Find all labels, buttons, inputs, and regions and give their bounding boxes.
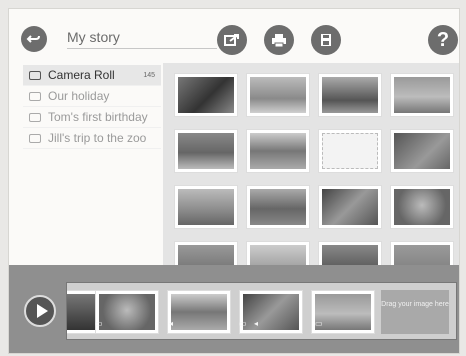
- photo-woman-sunglasses[interactable]: [390, 185, 454, 229]
- photo-child-partial[interactable]: [318, 241, 382, 265]
- photo-grid: [163, 63, 459, 265]
- album-item-our-holiday[interactable]: Our holiday: [23, 86, 161, 107]
- audio-icon: ◂: [169, 319, 174, 328]
- timeline-strip: Drag your image here: [66, 282, 457, 340]
- album-count: 145: [143, 71, 155, 79]
- photo-group-children[interactable]: [390, 73, 454, 117]
- save-icon[interactable]: [311, 25, 341, 55]
- story-title-field[interactable]: My story: [67, 27, 217, 49]
- photo-drawing[interactable]: [318, 129, 382, 173]
- photo-sign[interactable]: [246, 241, 310, 265]
- timeline-slot[interactable]: [239, 290, 303, 334]
- photo-playground-steps[interactable]: [246, 185, 310, 229]
- album-label: Camera Roll: [48, 68, 115, 82]
- play-icon[interactable]: [24, 295, 56, 327]
- audio-icon: ◂: [254, 319, 259, 328]
- photo-baby-grass[interactable]: [174, 129, 238, 173]
- drag-text: Drag your image here: [381, 301, 449, 308]
- album-item-jills-trip-to-the-zoo[interactable]: Jill's trip to the zoo: [23, 128, 161, 149]
- timeline-slot[interactable]: [167, 290, 231, 334]
- photo-playground-slide[interactable]: [174, 185, 238, 229]
- album-icon: [29, 91, 41, 101]
- photo-gray-wall[interactable]: [390, 241, 454, 265]
- photo-mother-child[interactable]: [318, 185, 382, 229]
- album-item-camera-roll[interactable]: Camera Roll 145: [23, 65, 161, 86]
- album-list: Camera Roll 145 Our holiday Tom's first …: [23, 65, 161, 265]
- album-label: Our holiday: [48, 89, 110, 103]
- album-icon: [29, 70, 41, 80]
- timeline-slot[interactable]: [95, 290, 159, 334]
- back-icon[interactable]: [21, 26, 47, 52]
- photo-people[interactable]: [174, 241, 238, 265]
- album-label: Tom's first birthday: [48, 110, 148, 124]
- drag-drop-zone[interactable]: Drag your image here: [381, 290, 449, 334]
- caption-icon: ▭: [95, 319, 103, 328]
- photo-train[interactable]: [318, 73, 382, 117]
- album-label: Jill's trip to the zoo: [48, 131, 147, 145]
- photo-beach-rock[interactable]: [246, 129, 310, 173]
- print-icon[interactable]: [264, 25, 294, 55]
- album-icon: [29, 112, 41, 122]
- app-window: My story ? Camera Roll 145 Our holiday T…: [8, 8, 460, 354]
- header: My story ?: [9, 9, 459, 63]
- album-item-toms-first-birthday[interactable]: Tom's first birthday: [23, 107, 161, 128]
- album-icon: [29, 133, 41, 143]
- story-timeline: Drag your image here ▭ ◂ ▭ ◂ ▭: [9, 265, 459, 353]
- photo-tent-child[interactable]: [174, 73, 238, 117]
- share-icon[interactable]: [217, 25, 247, 55]
- photo-dog[interactable]: [390, 129, 454, 173]
- caption-icon: ▭: [239, 319, 247, 328]
- caption-icon: ▭: [315, 319, 323, 328]
- help-icon[interactable]: ?: [428, 25, 458, 55]
- photo-beach-toddlers[interactable]: [246, 73, 310, 117]
